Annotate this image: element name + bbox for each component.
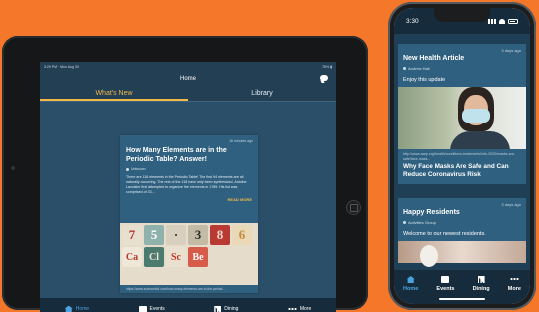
iphone-screen: 3:30 3 days ago New Health Article Andre… xyxy=(394,8,530,304)
nav-more[interactable]: More xyxy=(508,276,521,292)
element-tile: · xyxy=(166,225,186,245)
page-title: Home xyxy=(179,76,196,82)
nav-label: Events xyxy=(149,306,165,312)
element-tile: 8 xyxy=(210,225,230,245)
notch xyxy=(434,8,490,22)
home-icon xyxy=(406,276,415,283)
read-more-link[interactable]: READ MORE xyxy=(120,195,258,205)
nav-label: More xyxy=(507,286,521,292)
post-photo xyxy=(398,241,526,267)
tab-library[interactable]: Library xyxy=(188,86,336,101)
post-author: Andrew Hall xyxy=(398,62,526,75)
ipad-screen: 3:29 PM · Mon Aug 30 78% ▮ Home What's N… xyxy=(40,62,336,312)
ipad-status-battery: 78% ▮ xyxy=(322,65,332,69)
tab-whats-new[interactable]: What's New xyxy=(40,86,188,101)
home-icon xyxy=(64,305,73,312)
person-icon xyxy=(403,221,406,224)
ipad-status-bar: 3:29 PM · Mon Aug 30 78% ▮ xyxy=(40,62,336,72)
more-dots-icon xyxy=(287,308,297,310)
ipad-tab-bar: What's New Library xyxy=(40,86,336,102)
nav-more[interactable]: More xyxy=(287,306,312,312)
post-link-url[interactable]: http://www.aarp.org/health/conditions-tr… xyxy=(398,149,526,161)
nav-label: More xyxy=(299,306,312,312)
nav-dining[interactable]: Dining xyxy=(214,305,239,312)
chat-icon[interactable] xyxy=(320,75,328,81)
article-author-name: Unknown xyxy=(131,167,146,171)
nav-home[interactable]: Home xyxy=(403,276,418,292)
post-author-name: Activities Group xyxy=(408,220,437,225)
article-url[interactable]: https://www.sciencekid.com/how-many-elem… xyxy=(120,285,258,293)
fork-knife-icon xyxy=(214,305,222,312)
nav-events[interactable]: Events xyxy=(436,276,454,292)
ipad-home-button[interactable] xyxy=(346,200,361,215)
wifi-icon xyxy=(499,18,505,24)
article-image: 7 5 · 3 8 6 Ca Cl Sc Be xyxy=(120,223,258,285)
signal-icon xyxy=(488,18,496,24)
fork-knife-icon xyxy=(477,276,485,283)
post-title: New Health Article xyxy=(403,55,465,62)
ipad-bottom-nav: Home Events Dining More xyxy=(40,298,336,312)
more-dots-icon xyxy=(509,278,519,280)
post-card[interactable]: 3 days ago New Health Article Andrew Hal… xyxy=(398,44,526,184)
iphone-status-time: 3:30 xyxy=(406,17,419,25)
element-tile: Ca xyxy=(122,247,142,267)
feed[interactable]: 3 days ago New Health Article Andrew Hal… xyxy=(394,34,530,270)
element-tile: Be xyxy=(188,247,208,267)
post-time: 3 days ago xyxy=(501,202,521,207)
ipad-status-time: 3:29 PM · Mon Aug 30 xyxy=(44,65,79,69)
post-photo xyxy=(398,87,526,149)
person-icon xyxy=(126,167,129,171)
ipad-camera xyxy=(11,166,15,170)
calendar-icon xyxy=(441,276,450,283)
post-title: Happy Residents xyxy=(403,209,460,216)
element-tile: 5 xyxy=(144,225,164,245)
home-indicator[interactable] xyxy=(439,298,485,300)
post-time: 3 days ago xyxy=(501,48,521,53)
nav-label: Dining xyxy=(224,306,239,312)
article-card[interactable]: 16 minutes ago How Many Elements are in … xyxy=(120,135,258,293)
iphone-device: 3:30 3 days ago New Health Article Andre… xyxy=(388,2,536,310)
article-time: 16 minutes ago xyxy=(229,139,253,143)
post-body: Welcome to our newest residents. xyxy=(403,231,486,237)
nav-dining[interactable]: Dining xyxy=(473,276,490,292)
element-tile: Cl xyxy=(144,247,164,267)
post-author: Activities Group xyxy=(398,216,526,229)
nav-label: Home xyxy=(403,286,419,292)
element-tile: 3 xyxy=(188,225,208,245)
post-author-name: Andrew Hall xyxy=(408,66,430,71)
article-author: Unknown xyxy=(120,164,258,174)
person-icon xyxy=(403,67,406,70)
nav-label: Events xyxy=(436,286,455,292)
nav-label: Home xyxy=(75,306,90,312)
ipad-device: 3:29 PM · Mon Aug 30 78% ▮ Home What's N… xyxy=(2,36,368,312)
status-icons xyxy=(488,18,518,24)
element-tile: Sc xyxy=(166,247,186,267)
element-tile: 7 xyxy=(122,225,142,245)
element-tile: 6 xyxy=(232,225,252,245)
post-link-headline[interactable]: Why Face Masks Are Safe and Can Reduce C… xyxy=(398,161,526,184)
nav-events[interactable]: Events xyxy=(138,305,165,312)
nav-home[interactable]: Home xyxy=(64,305,90,312)
article-title: How Many Elements are in the Periodic Ta… xyxy=(126,147,227,163)
battery-icon xyxy=(508,18,518,24)
post-card[interactable]: 3 days ago Happy Residents Activities Gr… xyxy=(398,198,526,267)
nav-label: Dining xyxy=(472,286,490,292)
ipad-header: Home xyxy=(40,72,336,86)
post-body: Enjoy this update xyxy=(403,77,446,83)
calendar-icon xyxy=(138,305,147,312)
article-body: There are 118 elements in the Periodic T… xyxy=(126,175,247,194)
